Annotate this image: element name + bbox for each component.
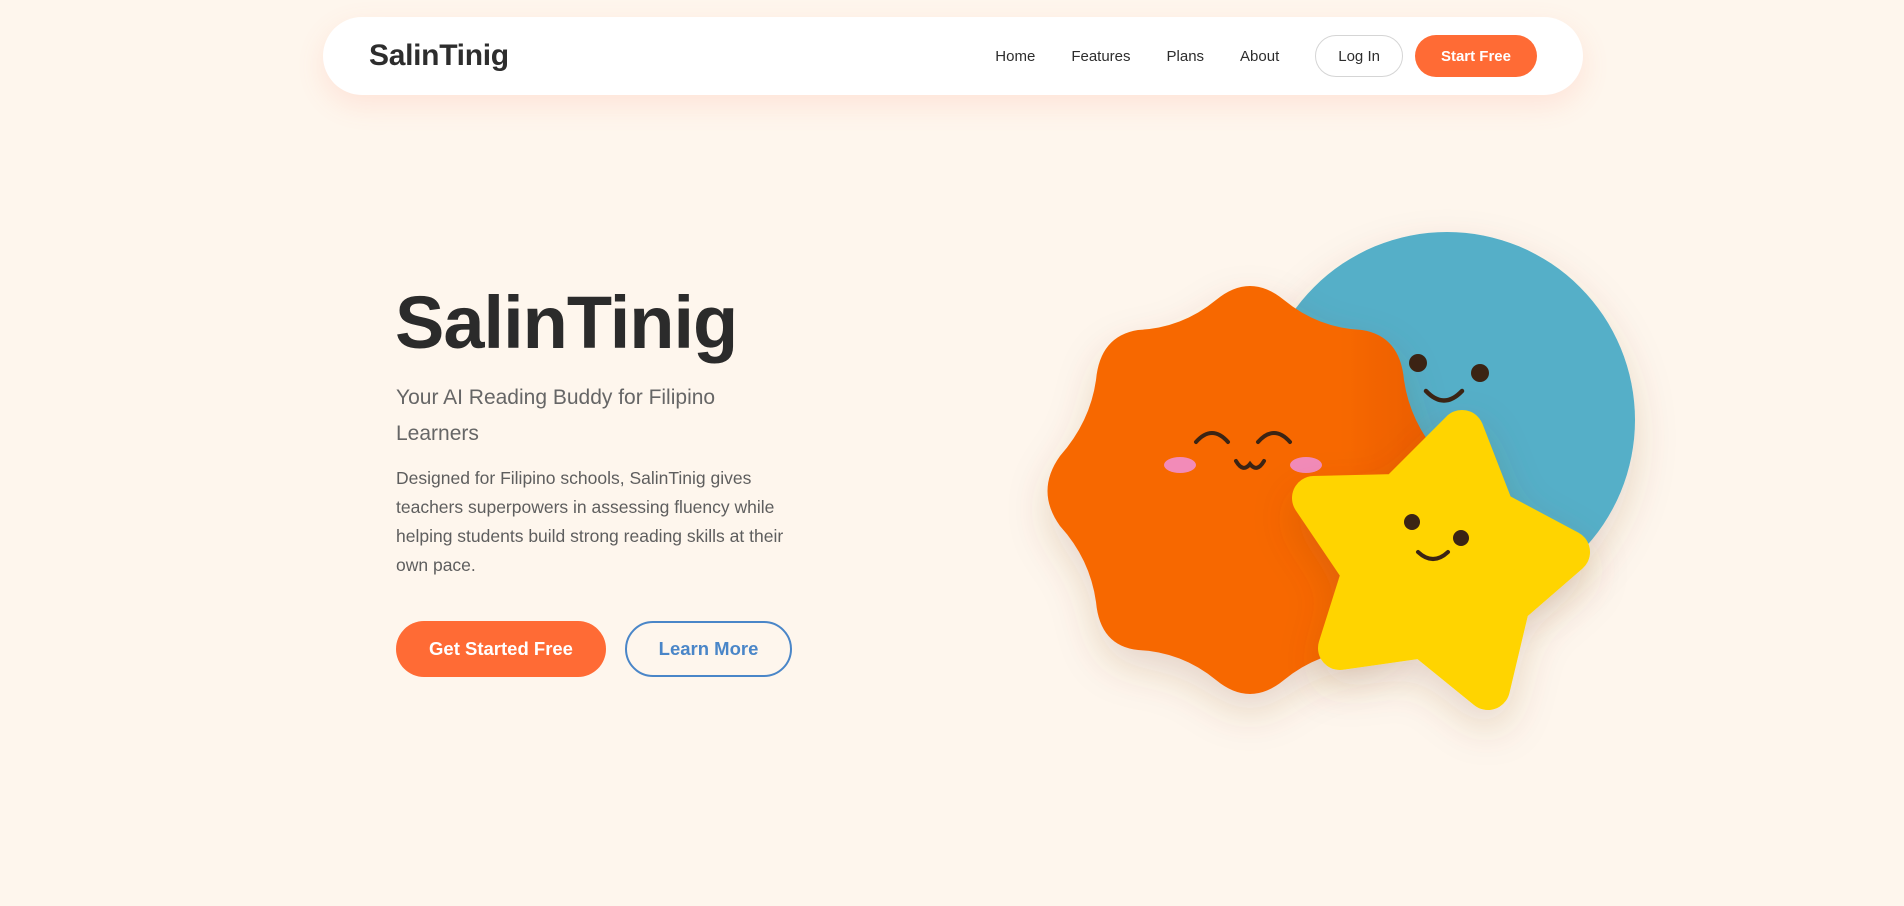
get-started-button[interactable]: Get Started Free: [396, 621, 606, 677]
hero-title: SalinTinig: [395, 281, 738, 364]
nav-links: Home Features Plans About Log In Start F…: [995, 35, 1537, 77]
nav-features-link[interactable]: Features: [1071, 48, 1130, 65]
hero-description: Designed for Filipino schools, SalinTini…: [396, 468, 784, 575]
start-free-button[interactable]: Start Free: [1414, 35, 1537, 77]
nav-plans-link[interactable]: Plans: [1167, 48, 1205, 65]
brand-logo[interactable]: SalinTinig: [369, 39, 509, 73]
hero-subtitle: Your AI Reading Buddy for Filipino Learn…: [396, 386, 716, 445]
login-button[interactable]: Log In: [1315, 35, 1403, 77]
mascot-illustration: [1000, 180, 1700, 740]
nav-about-link[interactable]: About: [1240, 48, 1279, 65]
nav-home-link[interactable]: Home: [995, 48, 1035, 65]
top-navbar: SalinTinig Home Features Plans About Log…: [323, 17, 1583, 95]
landing-page: SalinTinig Home Features Plans About Log…: [0, 0, 1904, 906]
learn-more-button[interactable]: Learn More: [625, 621, 792, 677]
